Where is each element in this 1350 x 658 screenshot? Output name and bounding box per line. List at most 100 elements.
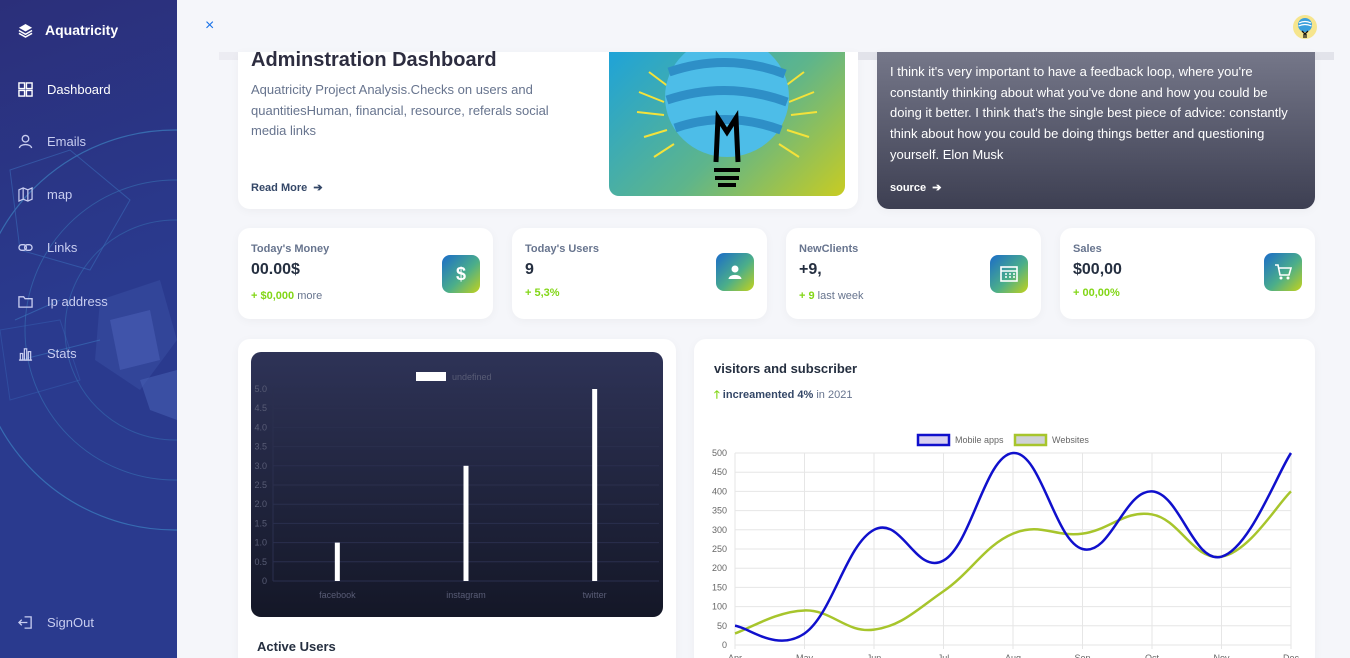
y-tick-label: 350 [712, 506, 727, 516]
brand-name: Aquatricity [45, 22, 119, 38]
stat-value: 00.00$ [251, 261, 300, 278]
x-tick-label: twitter [583, 590, 607, 600]
legend-swatch-1 [1013, 433, 1048, 447]
y-tick-label: 2.0 [254, 499, 267, 509]
x-tick-label: facebook [319, 590, 356, 600]
legend-swatch-0 [916, 433, 951, 447]
y-tick-label: 1.5 [254, 518, 267, 528]
read-more-label: Read More [251, 182, 308, 194]
legend-swatch [416, 372, 446, 381]
legend-label: Mobile apps [955, 435, 1004, 445]
stat-label: Today's Users [525, 243, 599, 255]
sidebar-item-label: map [47, 187, 73, 202]
stat-change-value: + $0,000 [251, 290, 295, 302]
layers-icon [18, 23, 33, 38]
bar-facebook [334, 542, 340, 581]
cart-icon [1264, 253, 1302, 291]
intro-description: Aquatricity Project Analysis.Checks on u… [251, 82, 549, 138]
stat-change-value: + 5,3% [525, 287, 560, 299]
arrow-right-icon: ➔ [929, 182, 942, 194]
stat-change-suffix: last week [817, 290, 864, 302]
link-icon [18, 244, 33, 251]
signout-label: SignOut [47, 615, 94, 630]
stat-label: NewClients [799, 243, 859, 255]
sidebar-item-map[interactable]: map [18, 187, 72, 202]
y-tick-label: 150 [712, 582, 727, 592]
lightbulb-icon [636, 52, 818, 187]
y-tick-label: 3.5 [254, 442, 267, 452]
stat-card-clients: NewClients +9, + 9 last week [786, 228, 1041, 319]
bar-chart-icon [18, 348, 33, 361]
stat-label: Sales [1073, 243, 1102, 255]
stat-change-value: + 9 [799, 290, 815, 302]
sidebar-item-links[interactable]: Links [18, 240, 77, 255]
active-users-title: Active Users [257, 639, 336, 654]
signout-button[interactable]: SignOut [18, 615, 94, 630]
x-tick-label: Dec [1283, 653, 1300, 658]
svg-text:$: $ [456, 264, 466, 284]
y-tick-label: 250 [712, 544, 727, 554]
arrow-right-icon: ➔ [310, 182, 323, 194]
stat-card-money: Today's Money 00.00$ + $0,000 more $ [238, 228, 493, 319]
y-tick-label: 450 [712, 467, 727, 477]
stat-value: $00,00 [1073, 261, 1122, 278]
line-chart: Mobile apps Websites 0 50 100 150 200 250 300 350… [712, 433, 1300, 658]
folder-icon [18, 296, 33, 308]
quote-text: I think it's very important to have a fe… [890, 64, 1288, 162]
y-tick-label: 4.0 [254, 422, 267, 432]
bar-chart-panel: undefined 0 0.5 1.0 1.5 2.0 2.5 3.0 3.5 4.0 4.5 5.0… [251, 352, 663, 617]
y-tick-label: 300 [712, 525, 727, 535]
dollar-icon: $ [442, 255, 480, 293]
y-tick-label: 200 [712, 563, 727, 573]
sidebar: Aquatricity Dashboard Emails map Links I… [0, 0, 177, 658]
sidebar-item-label: Ip address [47, 294, 108, 309]
stat-card-users: Today's Users 9 + 5,3% [512, 228, 767, 319]
stat-change: + $0,000 more [251, 290, 322, 302]
legend-label: undefined [452, 372, 492, 382]
sidebar-item-ip-address[interactable]: Ip address [18, 294, 108, 309]
stat-label: Today's Money [251, 243, 330, 255]
stat-change-value: + 00,00% [1073, 287, 1120, 299]
brand[interactable]: Aquatricity [18, 22, 118, 38]
sign-out-icon [18, 616, 32, 629]
sidebar-item-label: Dashboard [47, 82, 111, 97]
x-tick-label: Sep [1074, 653, 1090, 658]
source-label: source [890, 182, 927, 194]
bar-instagram [463, 465, 469, 581]
source-link[interactable]: source ➔ [890, 181, 941, 194]
x-tick-label: instagram [446, 590, 486, 600]
y-tick-label: 3.0 [254, 461, 267, 471]
sidebar-item-dashboard[interactable]: Dashboard [18, 82, 111, 97]
active-users-card: undefined 0 0.5 1.0 1.5 2.0 2.5 3.0 3.5 4.0 4.5 5.0… [238, 339, 676, 658]
x-tick-label: Aug [1005, 653, 1021, 658]
x-tick-label: Jun [867, 653, 882, 658]
sidebar-item-label: Stats [47, 346, 77, 361]
stat-change-suffix: more [297, 290, 323, 302]
calendar-icon [990, 255, 1028, 293]
quote-card: I think it's very important to have a fe… [877, 52, 1315, 209]
y-tick-label: 100 [712, 602, 727, 612]
sidebar-item-stats[interactable]: Stats [18, 346, 77, 361]
sidebar-background-art [0, 129, 177, 531]
y-tick-label: 5.0 [254, 384, 267, 394]
stat-change: + 9 last week [799, 290, 864, 302]
stat-value: +9, [799, 261, 822, 278]
x-tick-label: Nov [1213, 653, 1230, 658]
user-icon [716, 253, 754, 291]
intro-card: Adminstration Dashboard Aquatricity Proj… [238, 49, 858, 209]
page-title: Adminstration Dashboard [251, 49, 497, 71]
y-tick-label: 1.0 [254, 538, 267, 548]
map-icon [18, 187, 33, 202]
stat-value: 9 [525, 261, 534, 278]
stat-change: + 00,00% [1073, 287, 1120, 299]
close-icon[interactable]: × [205, 17, 214, 35]
avatar[interactable] [1292, 14, 1318, 40]
sidebar-item-label: Links [47, 240, 78, 255]
read-more-link[interactable]: Read More ➔ [251, 181, 323, 194]
grid-icon [18, 82, 33, 97]
y-tick-label: 2.5 [254, 480, 267, 490]
legend-label: Websites [1052, 435, 1089, 445]
y-tick-label: 50 [717, 621, 727, 631]
topbar: × [177, 2, 1350, 52]
sidebar-item-emails[interactable]: Emails [18, 134, 86, 149]
